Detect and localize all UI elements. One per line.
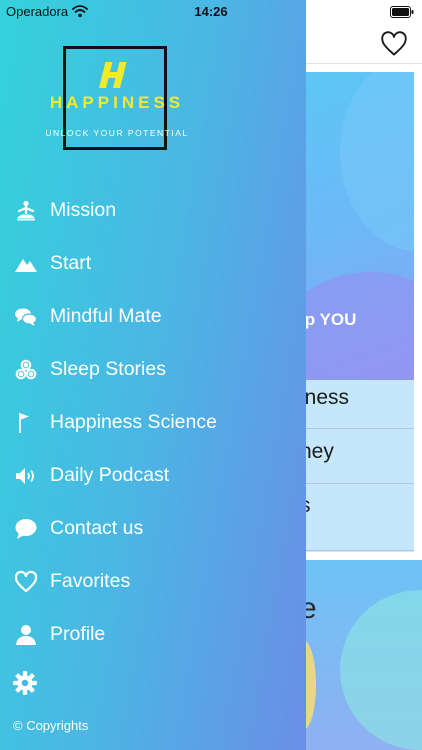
list-item[interactable]: ney: [300, 440, 414, 464]
mountain-icon: [13, 251, 39, 277]
menu-item-label: Favorites: [50, 570, 131, 592]
featured-card[interactable]: e: [300, 560, 422, 750]
list-item[interactable]: iness: [300, 386, 414, 410]
speaker-icon: [13, 463, 39, 489]
menu-item-mission[interactable]: Mission: [0, 184, 306, 237]
flag-icon: [13, 410, 39, 436]
menu-item-happiness-science[interactable]: Happiness Science: [0, 396, 306, 449]
menu-item-mindful-mate[interactable]: Mindful Mate: [0, 290, 306, 343]
app-logo: HAPPINESS UNLOCK YOUR POTENTIAL: [38, 46, 196, 152]
gear-icon[interactable]: [12, 670, 38, 696]
content-list: iness ney s: [300, 380, 414, 552]
menu-item-contact-us[interactable]: Contact us: [0, 502, 306, 555]
clock: 14:26: [194, 4, 228, 19]
menu-item-sleep-stories[interactable]: Sleep Stories: [0, 343, 306, 396]
chat-bubbles-icon: [13, 304, 39, 330]
menu-item-label: Start: [50, 252, 92, 274]
hero-text: lp YOU: [300, 310, 357, 329]
favorite-heart-icon[interactable]: [380, 30, 408, 58]
heart-outline-icon: [13, 569, 39, 595]
menu-item-label: Mindful Mate: [50, 305, 162, 327]
menu-item-daily-podcast[interactable]: Daily Podcast: [0, 449, 306, 502]
copyright-text: © Copyrights: [13, 718, 89, 733]
menu-item-label: Daily Podcast: [50, 464, 170, 486]
menu-item-label: Contact us: [50, 517, 144, 539]
triskelion-icon: [13, 357, 39, 383]
status-bar: Operadora 14:26: [0, 0, 422, 24]
menu-item-label: Mission: [50, 199, 117, 221]
list-item[interactable]: s: [300, 494, 414, 518]
speech-bubble-icon: [13, 516, 39, 542]
menu-item-label: Profile: [50, 623, 106, 645]
logo-h-icon: [99, 60, 129, 90]
side-menu-drawer: HAPPINESS UNLOCK YOUR POTENTIAL Mission …: [0, 0, 306, 750]
logo-tagline: UNLOCK YOUR POTENTIAL: [45, 128, 189, 138]
person-icon: [13, 622, 39, 648]
battery-icon: [390, 5, 414, 18]
menu-item-label: Sleep Stories: [50, 358, 166, 380]
hero-card[interactable]: lp YOU: [300, 72, 414, 380]
menu-list: Mission Start Mindful Mate Sleep Stories…: [0, 184, 306, 661]
meditation-icon: [13, 198, 39, 224]
menu-item-label: Happiness Science: [50, 411, 217, 433]
menu-item-start[interactable]: Start: [0, 237, 306, 290]
menu-item-profile[interactable]: Profile: [0, 608, 306, 661]
menu-item-favorites[interactable]: Favorites: [0, 555, 306, 608]
logo-title: HAPPINESS: [49, 93, 185, 112]
